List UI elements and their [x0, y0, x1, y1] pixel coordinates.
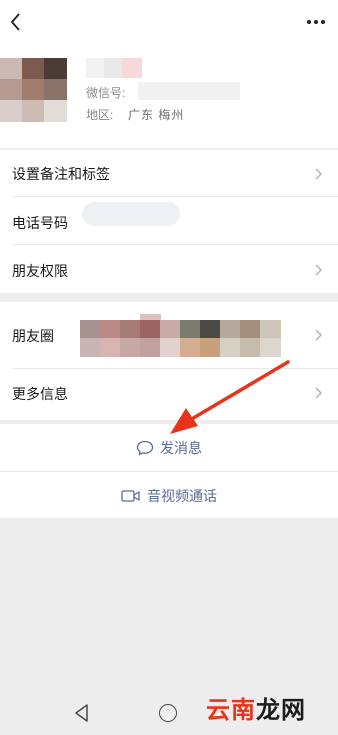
chevron-right-icon: [315, 387, 323, 399]
video-call-button[interactable]: 音视频通话: [0, 486, 338, 506]
friend-permissions-row[interactable]: 朋友权限: [12, 261, 68, 281]
profile-header: 微信号: 地区: 广东 梅州: [0, 0, 338, 148]
video-camera-icon: [121, 490, 140, 502]
chevron-right-icon: [315, 168, 323, 180]
moments-preview-blurred[interactable]: [80, 308, 282, 364]
moments-row[interactable]: 朋友圈: [12, 326, 54, 346]
more-info-row[interactable]: 更多信息: [12, 384, 68, 404]
remarks-tags-row[interactable]: 设置备注和标签: [12, 164, 110, 184]
region-value: 广东 梅州: [128, 108, 185, 122]
send-message-label: 发消息: [160, 440, 202, 456]
phone-row[interactable]: 电话号码: [12, 213, 68, 233]
chat-bubble-icon: [136, 440, 154, 456]
moments-section: 朋友圈 更多信息: [0, 302, 338, 420]
settings-section: 设置备注和标签 电话号码 朋友权限: [0, 150, 338, 293]
phone-number-blurred: [82, 202, 180, 226]
chevron-right-icon: [315, 264, 323, 276]
nav-back-icon[interactable]: [72, 702, 92, 724]
nickname-blurred: [86, 58, 142, 78]
nav-home-icon[interactable]: [159, 704, 177, 722]
wechat-id-value-blurred: [138, 82, 240, 100]
wechat-id-label: 微信号:: [86, 86, 126, 100]
chevron-left-icon[interactable]: [6, 10, 28, 34]
more-dots-icon[interactable]: [305, 12, 327, 32]
send-message-button[interactable]: 发消息: [0, 438, 338, 458]
avatar[interactable]: [0, 58, 68, 122]
watermark-logo: 云南龙网: [206, 697, 306, 724]
actions-section: 发消息 音视频通话: [0, 424, 338, 518]
chevron-right-icon: [315, 329, 323, 341]
video-call-label: 音视频通话: [147, 488, 217, 504]
region-label: 地区:: [86, 108, 114, 122]
